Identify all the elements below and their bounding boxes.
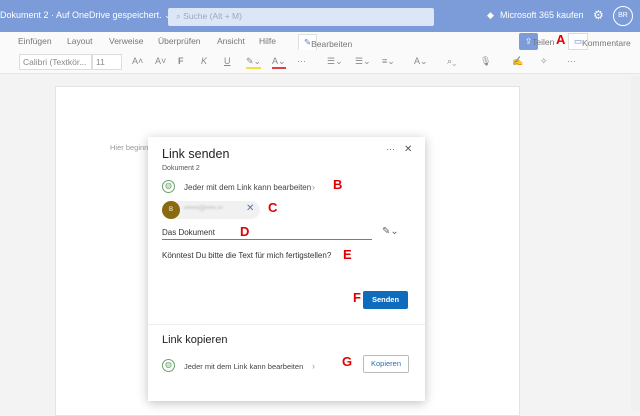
annotation-d: D: [240, 224, 250, 239]
annotation-c: C: [268, 200, 278, 215]
styles-icon[interactable]: A⌄: [414, 56, 428, 67]
font-size-select[interactable]: 11: [92, 54, 122, 70]
annotation-a: A: [556, 32, 566, 47]
font-color-icon[interactable]: A⌄: [272, 56, 286, 69]
dictate-icon[interactable]: 🎙: [480, 56, 491, 67]
underline-button[interactable]: U: [224, 56, 231, 66]
bold-button[interactable]: F: [178, 56, 184, 66]
copy-button[interactable]: Kopieren: [363, 355, 409, 373]
message-input[interactable]: Könntest Du bitte die Text für mich fert…: [162, 251, 331, 260]
diamond-icon: ◆: [487, 10, 494, 20]
tab-hilfe[interactable]: Hilfe: [259, 36, 276, 46]
tab-layout[interactable]: Layout: [67, 36, 93, 46]
tab-ansicht[interactable]: Ansicht: [217, 36, 245, 46]
tab-verweise[interactable]: Verweise: [109, 36, 144, 46]
remove-recipient-icon[interactable]: ✕: [246, 203, 254, 214]
recipient-avatar: B: [162, 201, 180, 219]
ribbon-tabs: Einfügen Layout Verweise Überprüfen Ansi…: [0, 32, 640, 59]
page-placeholder: Hier beginn: [110, 143, 149, 152]
annotation-b: B: [333, 177, 343, 192]
find-icon[interactable]: ⌕⌄: [447, 56, 456, 67]
avatar[interactable]: BR: [613, 6, 633, 26]
highlight-icon[interactable]: ✎⌄: [246, 56, 262, 69]
align-icon[interactable]: ≡⌄: [382, 56, 395, 67]
more-options-button[interactable]: ···: [386, 144, 395, 154]
copy-link-title: Link kopieren: [162, 334, 228, 346]
annotation-g: G: [342, 354, 353, 369]
search-input[interactable]: ⌕ Suche (Alt + M): [168, 8, 434, 26]
globe-icon: ◍: [162, 359, 175, 372]
more-icon[interactable]: ···: [297, 56, 306, 66]
close-button[interactable]: ✕: [404, 144, 412, 155]
chevron-right-icon: ›: [312, 182, 315, 192]
document-title[interactable]: Dokument 2 · Auf OneDrive gespeichert. ⌄: [0, 10, 172, 21]
dialog-title: Link senden: [162, 147, 230, 161]
divider: [148, 324, 425, 325]
buy-microsoft-365-link[interactable]: Microsoft 365 kaufen: [500, 10, 584, 20]
share-button[interactable]: ⇪ Teilen: [519, 33, 554, 50]
toolbar: Calibri (Textkör... 11 A˄ A˅ F K U ✎⌄ A⌄…: [0, 50, 640, 74]
share-dialog: Link senden Dokument 2 ··· ✕ ◍ Jeder mit…: [148, 137, 425, 401]
bullets-icon[interactable]: ☰⌄: [327, 56, 343, 67]
more-options-icon[interactable]: ···: [567, 56, 576, 66]
italic-button[interactable]: K: [201, 56, 207, 66]
subject-input[interactable]: Das Dokument: [162, 225, 372, 240]
scrollbar[interactable]: [631, 76, 640, 411]
comments-button[interactable]: ▭ Kommentare: [568, 33, 631, 50]
send-button[interactable]: Senden: [363, 291, 408, 309]
editor-icon[interactable]: ✍: [512, 56, 523, 67]
grow-font-icon[interactable]: A˄: [132, 56, 143, 66]
shrink-font-icon[interactable]: A˅: [155, 56, 166, 66]
pencil-icon[interactable]: ✎⌄: [382, 226, 399, 237]
recipient-chip: B ••••••@••••.•• ✕: [162, 201, 260, 219]
numbering-icon[interactable]: ☰⌄: [355, 56, 371, 67]
annotation-e: E: [343, 247, 352, 262]
annotation-f: F: [353, 290, 361, 305]
designer-icon[interactable]: ✧: [540, 56, 548, 67]
recipient-email: ••••••@••••.••: [184, 205, 223, 212]
dialog-subtitle: Dokument 2: [162, 165, 200, 172]
title-bar: Dokument 2 · Auf OneDrive gespeichert. ⌄…: [0, 0, 640, 32]
edit-mode-button[interactable]: ✎ Bearbeiten ⌄: [298, 34, 352, 59]
tab-ueberpruefen[interactable]: Überprüfen: [158, 36, 201, 46]
tab-einfuegen[interactable]: Einfügen: [18, 36, 52, 46]
chevron-right-icon: ›: [312, 361, 315, 371]
font-select[interactable]: Calibri (Textkör...: [19, 54, 92, 70]
globe-icon: ◍: [162, 180, 175, 193]
gear-icon[interactable]: ⚙: [593, 8, 604, 22]
